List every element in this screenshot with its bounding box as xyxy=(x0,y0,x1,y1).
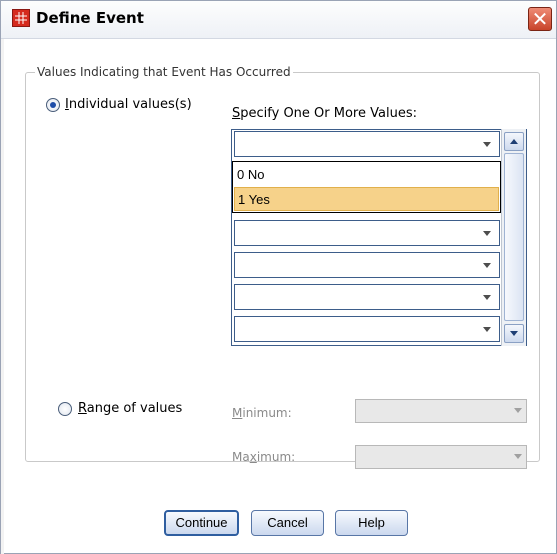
value-combo-5[interactable] xyxy=(234,316,500,342)
value-combo-3[interactable] xyxy=(234,252,500,278)
minimum-combo[interactable] xyxy=(355,399,527,423)
values-scrollbar[interactable] xyxy=(501,129,526,346)
dialog-title: Define Event xyxy=(36,9,144,27)
specify-values-label: Specify One Or More Values: xyxy=(232,106,417,121)
values-group-legend: Values Indicating that Event Has Occurre… xyxy=(35,65,293,79)
chevron-down-icon[interactable] xyxy=(483,263,491,268)
value-combo-1[interactable] xyxy=(234,131,500,157)
help-button[interactable]: Help xyxy=(335,510,408,536)
value-combo-4[interactable] xyxy=(234,284,500,310)
individual-values-radio[interactable] xyxy=(46,98,60,112)
dropdown-option-yes[interactable]: 1 Yes xyxy=(234,187,499,211)
range-of-values-radio[interactable] xyxy=(58,402,72,416)
close-button[interactable]: ✕ xyxy=(528,7,552,31)
scroll-up-icon[interactable] xyxy=(504,132,524,151)
minimum-label: Minimum: xyxy=(232,406,292,420)
chevron-down-icon[interactable] xyxy=(483,327,491,332)
value-dropdown-list: 0 No 1 Yes xyxy=(232,161,501,213)
scroll-thumb[interactable] xyxy=(504,153,524,321)
chevron-down-icon[interactable] xyxy=(483,142,491,147)
continue-button[interactable]: Continue xyxy=(164,510,239,536)
chevron-down-icon xyxy=(514,408,522,413)
title-bar[interactable]: Define Event ✕ xyxy=(1,1,556,39)
cancel-button[interactable]: Cancel xyxy=(251,510,324,536)
maximum-combo[interactable] xyxy=(355,445,527,469)
dropdown-option-no[interactable]: 0 No xyxy=(234,163,499,187)
chevron-down-icon[interactable] xyxy=(483,295,491,300)
chevron-down-icon xyxy=(514,454,522,459)
maximum-label: Maximum: xyxy=(232,450,296,464)
value-combo-2[interactable] xyxy=(234,220,500,246)
individual-values-label[interactable]: Individual values(s) xyxy=(65,97,192,112)
range-of-values-label[interactable]: Range of values xyxy=(78,401,182,416)
scroll-down-icon[interactable] xyxy=(504,324,524,343)
define-event-dialog: Define Event ✕ Values Indicating that Ev… xyxy=(0,0,557,554)
window-edge xyxy=(1,39,4,554)
chevron-down-icon[interactable] xyxy=(483,231,491,236)
spss-table-icon xyxy=(12,9,30,27)
